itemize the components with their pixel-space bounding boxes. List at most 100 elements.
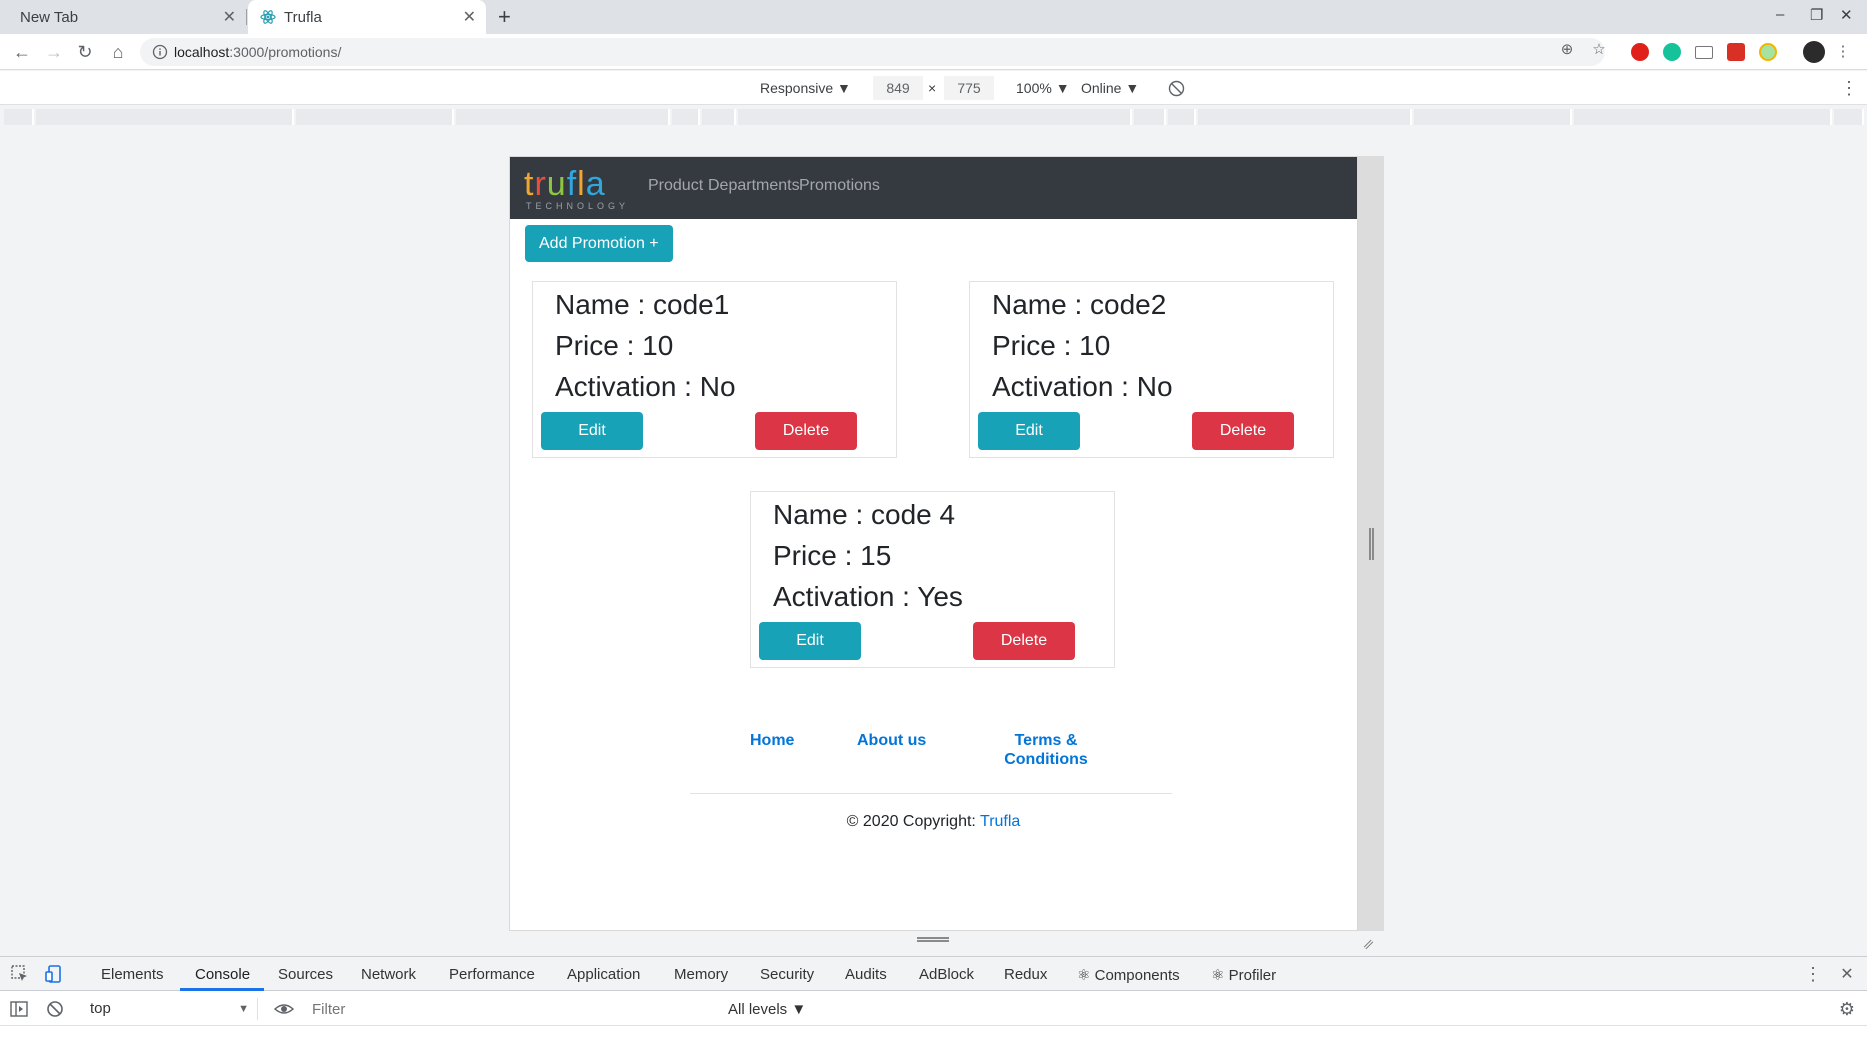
console-filter-input[interactable]	[312, 997, 718, 1021]
resize-handle-bottom[interactable]	[509, 931, 1384, 951]
device-select[interactable]: Responsive ▼	[760, 80, 851, 96]
log-levels-select[interactable]: All levels ▼	[728, 1001, 806, 1018]
zoom-icon[interactable]: ⊕	[1558, 40, 1576, 58]
profile-avatar[interactable]	[1803, 41, 1825, 63]
media-query-segment[interactable]	[1198, 109, 1412, 125]
tab-new-tab[interactable]: New Tab ✕	[0, 0, 246, 34]
emulated-viewport-area: trufla TECHNOLOGY Product Departments Pr…	[0, 128, 1867, 956]
back-icon[interactable]: ←	[10, 40, 34, 64]
browser-menu-icon[interactable]: ⋮	[1834, 42, 1852, 60]
home-icon[interactable]: ⌂	[106, 40, 130, 64]
address-bar[interactable]: localhost:3000/promotions/	[140, 38, 1605, 66]
edit-button[interactable]: Edit	[541, 412, 643, 450]
media-query-segment[interactable]	[1168, 109, 1196, 125]
throttle-select[interactable]: Online ▼	[1081, 80, 1139, 96]
bookmark-star-icon[interactable]: ☆	[1590, 40, 1608, 58]
resize-handle-right[interactable]	[1358, 156, 1384, 931]
devtools-tab-security[interactable]: Security	[760, 966, 814, 983]
footer-link-home[interactable]: Home	[750, 731, 794, 750]
width-input[interactable]: 849	[873, 76, 923, 100]
tab-title: Trufla	[284, 8, 322, 26]
terms-line-2: Conditions	[1004, 751, 1088, 768]
context-select[interactable]: top ▼	[82, 998, 258, 1020]
close-tab-icon[interactable]: ✕	[223, 7, 236, 27]
delete-button[interactable]: Delete	[755, 412, 857, 450]
green-extension-icon[interactable]	[1759, 43, 1777, 61]
console-settings-gear-icon[interactable]: ⚙	[1837, 999, 1857, 1019]
devtools-tab-application[interactable]: Application	[567, 966, 640, 983]
rotate-icon[interactable]	[1168, 80, 1185, 97]
media-query-segment[interactable]	[296, 109, 454, 125]
media-query-segment[interactable]	[4, 109, 34, 125]
device-toggle-icon[interactable]	[44, 964, 64, 984]
red-extension-icon[interactable]	[1727, 43, 1745, 61]
promotion-name: Name : code1	[555, 289, 730, 320]
delete-button[interactable]: Delete	[973, 622, 1075, 660]
tab-trufla[interactable]: Trufla ✕	[248, 0, 486, 34]
logo-subtitle: TECHNOLOGY	[526, 201, 630, 211]
height-input[interactable]: 775	[944, 76, 994, 100]
times-symbol: ×	[928, 80, 937, 96]
opera-extension-icon[interactable]	[1631, 43, 1649, 61]
devtools-tab-console[interactable]: Console	[195, 966, 250, 983]
delete-button[interactable]: Delete	[1192, 412, 1294, 450]
inspect-element-icon[interactable]	[10, 964, 30, 984]
new-tab-button[interactable]: +	[498, 4, 511, 30]
media-query-segment[interactable]	[1414, 109, 1572, 125]
app-navbar: trufla TECHNOLOGY Product Departments Pr…	[510, 157, 1357, 219]
reload-icon[interactable]: ↻	[73, 40, 97, 64]
url-host: localhost	[174, 44, 230, 60]
devtools-tab-redux[interactable]: Redux	[1004, 966, 1047, 983]
devtools-tab-sources[interactable]: Sources	[278, 966, 333, 983]
devtools-tab-memory[interactable]: Memory	[674, 966, 728, 983]
close-window-icon[interactable]: ✕	[1840, 6, 1853, 24]
maximize-icon[interactable]: ❐	[1810, 6, 1823, 24]
footer-link-about[interactable]: About us	[857, 731, 926, 750]
devtools-tab-network[interactable]: Network	[361, 966, 416, 983]
show-sidebar-icon[interactable]	[9, 999, 29, 1019]
close-devtools-icon[interactable]: ✕	[1837, 964, 1857, 984]
nav-link-departments[interactable]: Departments	[708, 177, 800, 195]
devtools-tab-audits[interactable]: Audits	[845, 966, 887, 983]
media-query-segment[interactable]	[1134, 109, 1166, 125]
media-query-segment[interactable]	[672, 109, 700, 125]
media-query-segment[interactable]	[1834, 109, 1864, 125]
promotion-price: Price : 10	[992, 330, 1111, 361]
clear-console-icon[interactable]	[45, 999, 65, 1019]
minimize-icon[interactable]: –	[1776, 6, 1784, 23]
devtools-tab-elements[interactable]: Elements	[101, 966, 164, 983]
info-icon[interactable]	[152, 44, 168, 60]
mail-extension-icon[interactable]	[1695, 46, 1713, 59]
tab-title: New Tab	[20, 8, 79, 26]
edit-button[interactable]: Edit	[759, 622, 861, 660]
devtools-tab-adblock[interactable]: AdBlock	[919, 966, 974, 983]
devtools-tab-profiler[interactable]: ⚛ Profiler	[1211, 966, 1276, 984]
close-tab-icon[interactable]: ✕	[463, 7, 476, 27]
nav-link-product[interactable]: Product	[648, 177, 703, 195]
copyright-brand-link[interactable]: Trufla	[980, 813, 1020, 830]
devtools-menu-icon[interactable]: ⋮	[1803, 964, 1823, 984]
edit-button[interactable]: Edit	[978, 412, 1080, 450]
zoom-select[interactable]: 100% ▼	[1016, 80, 1070, 96]
devtools-tab-components[interactable]: ⚛ Components	[1077, 966, 1180, 984]
add-promotion-button[interactable]: Add Promotion +	[525, 225, 673, 262]
device-toolbar-menu-icon[interactable]: ⋮	[1840, 78, 1858, 99]
nav-link-promotions[interactable]: Promotions	[799, 177, 880, 195]
promotion-activation: Activation : Yes	[773, 581, 963, 612]
forward-icon[interactable]: →	[42, 40, 66, 64]
media-query-segment[interactable]	[456, 109, 670, 125]
footer-link-terms[interactable]: Terms & Conditions	[1000, 731, 1092, 769]
media-query-segment[interactable]	[1574, 109, 1832, 125]
media-query-bar	[0, 106, 1867, 128]
footer-divider	[690, 793, 1172, 794]
trufla-logo[interactable]: trufla TECHNOLOGY	[524, 167, 629, 211]
media-query-segment[interactable]	[738, 109, 1132, 125]
console-toolbar: top ▼ All levels ▼ ⚙	[0, 992, 1867, 1026]
active-tab-indicator	[180, 988, 264, 991]
media-query-segment[interactable]	[702, 109, 736, 125]
grammarly-extension-icon[interactable]	[1663, 43, 1681, 61]
live-expression-eye-icon[interactable]	[274, 999, 294, 1019]
devtools-tab-performance[interactable]: Performance	[449, 966, 535, 983]
media-query-segment[interactable]	[36, 109, 294, 125]
emulated-page: trufla TECHNOLOGY Product Departments Pr…	[509, 156, 1358, 931]
